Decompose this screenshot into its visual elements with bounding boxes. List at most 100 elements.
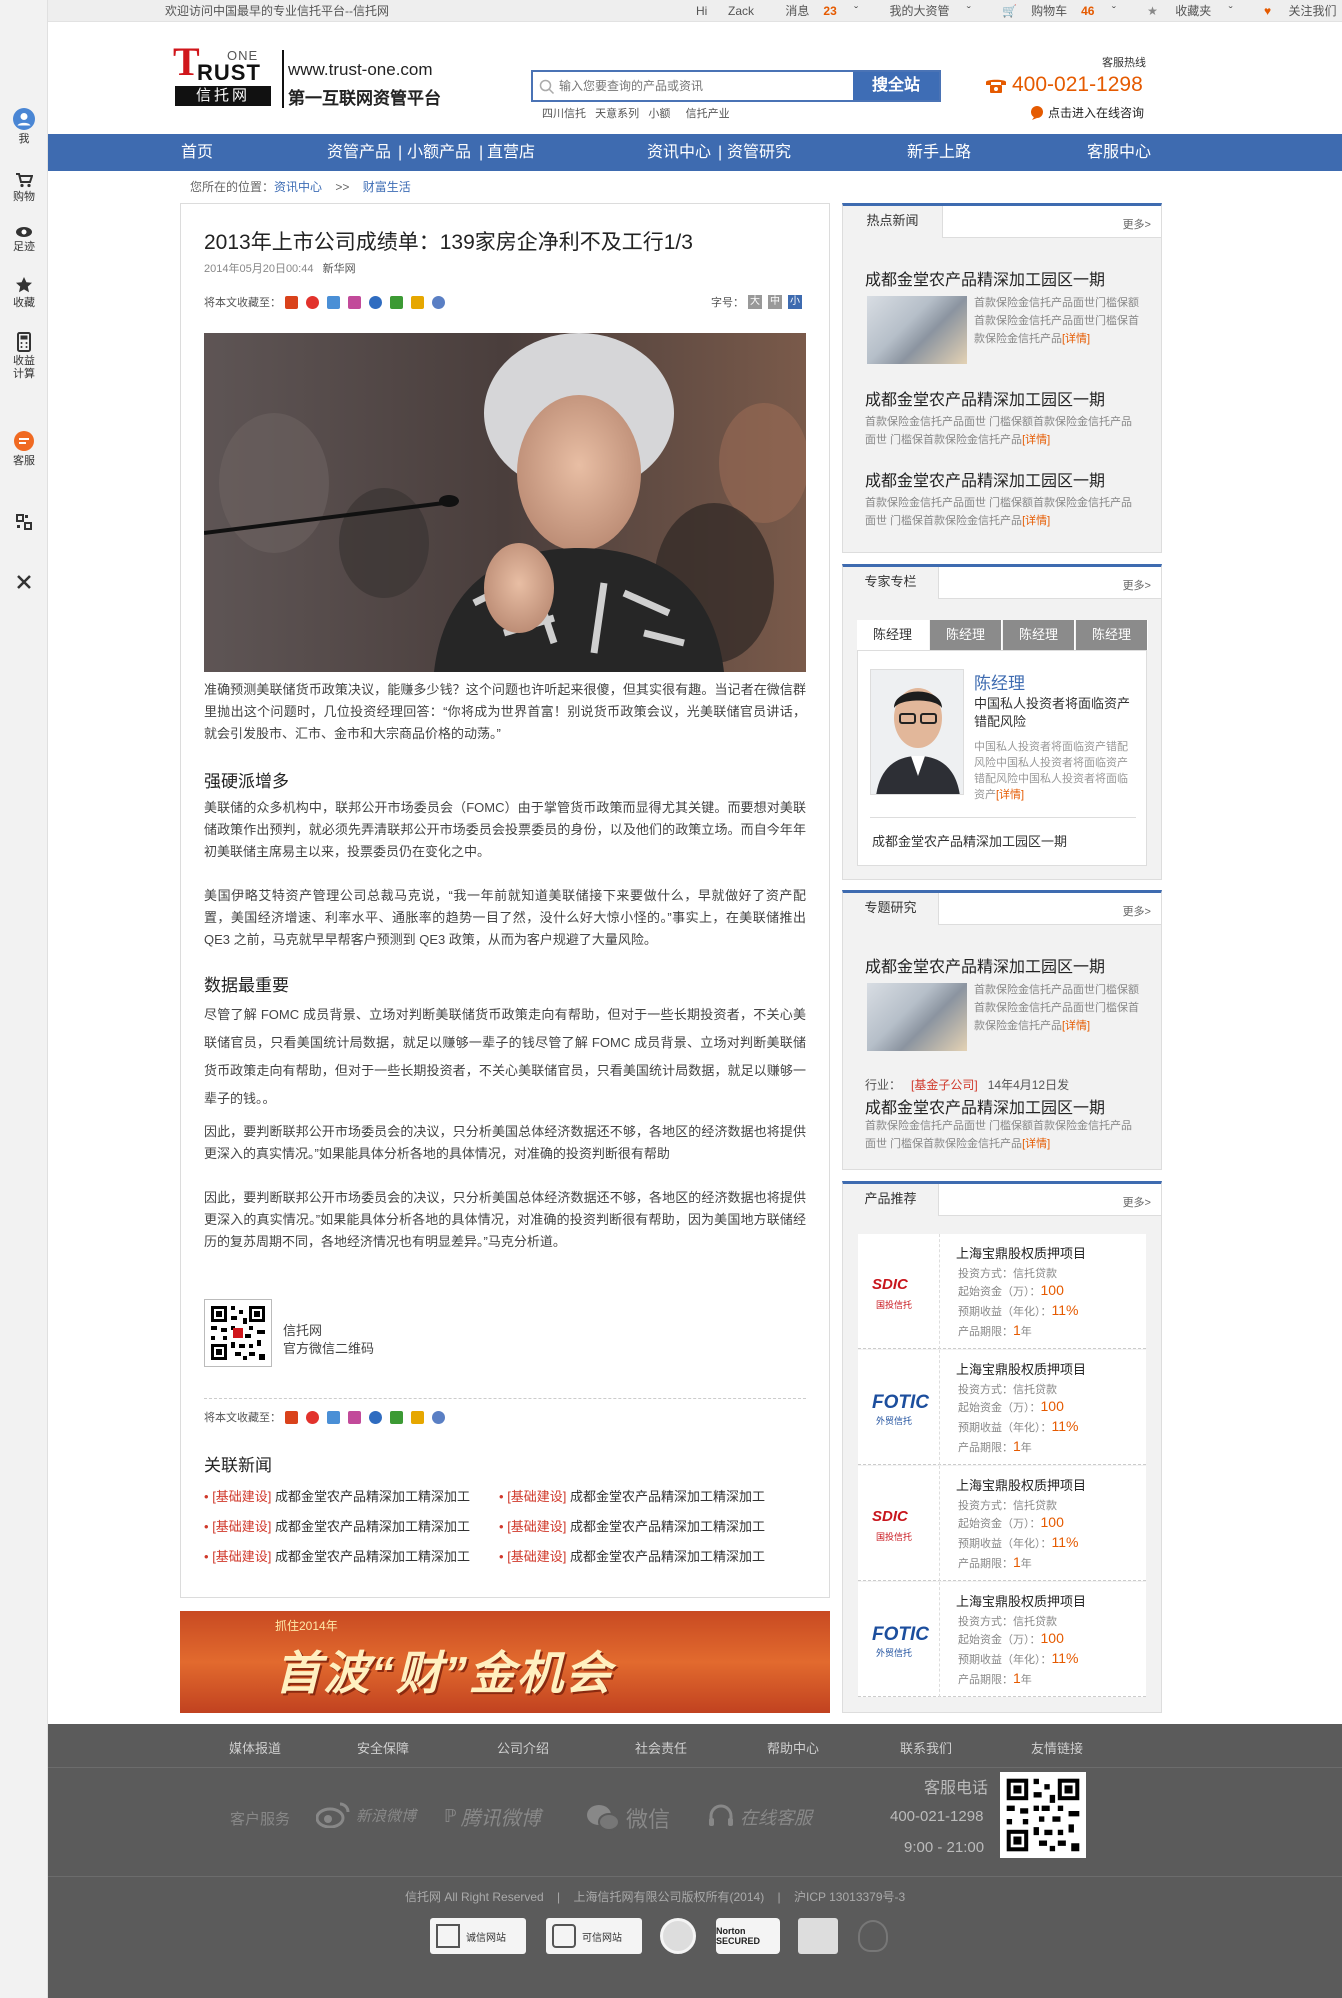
ad-banner[interactable]: 抓住2014年 首波“财”金机会 [180, 1611, 830, 1713]
product-name[interactable]: 上海宝鼎股权质押项目 [956, 1475, 1086, 1494]
breadcrumb-level1[interactable]: 资讯中心 [274, 180, 322, 194]
detail-link[interactable]: [详情] [1062, 333, 1090, 345]
product-card[interactable]: FOTIC 外贸信托 上海宝鼎股权质押项目 投资方式：信托贷款 起始资金（万）：100 预… [858, 1582, 1146, 1697]
detail-link[interactable]: [详情] [1022, 434, 1050, 446]
nav-research[interactable]: 资管研究 [727, 134, 791, 171]
news-title[interactable]: 成都金堂农产品精深加工园区一期 [865, 386, 1105, 410]
username[interactable]: Zack [728, 4, 754, 18]
related-news-item[interactable]: • [基础建设] 成都金堂农产品精深加工精深加工 [499, 1486, 765, 1505]
renren-icon[interactable] [369, 1410, 382, 1424]
product-name[interactable]: 上海宝鼎股权质押项目 [956, 1359, 1086, 1378]
font-small-button[interactable]: 小 [788, 295, 802, 309]
footer-link[interactable]: 安全保障 [357, 1738, 409, 1757]
product-card[interactable]: SDIC 国投信托 上海宝鼎股权质押项目 投资方式：信托贷款 起始资金（万）：100 预期… [858, 1234, 1146, 1349]
footer-link[interactable]: 联系我们 [900, 1738, 952, 1757]
news-thumbnail[interactable] [867, 296, 967, 364]
footer-link[interactable]: 友情链接 [1031, 1738, 1083, 1757]
favorites-link[interactable]: ★ 收藏夹 ˇ [1133, 4, 1232, 18]
trust-badge-police[interactable] [798, 1918, 838, 1954]
hot-word[interactable]: 天意系列 [595, 108, 639, 120]
tab-research[interactable]: 专题研究 [843, 893, 939, 925]
search-button[interactable]: 搜全站 [853, 72, 939, 100]
sidebar-qrcode[interactable] [0, 514, 48, 533]
nav-small[interactable]: 小额产品 [407, 134, 471, 171]
product-name[interactable]: 上海宝鼎股权质押项目 [956, 1591, 1086, 1610]
expert-headline[interactable]: 中国私人投资者将面临资产错配风险 [974, 695, 1134, 731]
nav-info[interactable]: 资讯中心 [647, 134, 711, 171]
sidebar-me[interactable]: 我 [0, 108, 48, 146]
font-medium-button[interactable]: 中 [768, 295, 782, 309]
online-service-link[interactable]: 在线客服 [708, 1804, 812, 1830]
share-icon[interactable] [348, 295, 361, 309]
messages-link[interactable]: 消息 23 ˇ [771, 4, 858, 18]
douban-icon[interactable] [390, 1410, 403, 1424]
share-icon[interactable] [348, 1410, 361, 1424]
product-card[interactable]: FOTIC 外贸信托 上海宝鼎股权质押项目 投资方式：信托贷款 起始资金（万）：100 预… [858, 1350, 1146, 1465]
sidebar-service[interactable]: 客服 [0, 430, 48, 468]
related-tag[interactable]: [基础建设] [507, 1489, 566, 1504]
related-tag[interactable]: [基础建设] [507, 1519, 566, 1534]
trust-badge-shield[interactable] [858, 1920, 888, 1952]
related-news-item[interactable]: • [基础建设] 成都金堂农产品精深加工精深加工 [204, 1546, 470, 1565]
weibo-icon[interactable] [306, 1410, 319, 1424]
more-link[interactable]: 更多> [1123, 1194, 1151, 1210]
product-card[interactable]: SDIC 国投信托 上海宝鼎股权质押项目 投资方式：信托贷款 起始资金（万）：100 预期… [858, 1466, 1146, 1581]
related-tag[interactable]: [基础建设] [212, 1549, 271, 1564]
follow-link[interactable]: ♥ 关注我们 [1250, 4, 1336, 18]
related-text[interactable]: 成都金堂农产品精深加工精深加工 [570, 1549, 765, 1564]
related-news-item[interactable]: • [基础建设] 成都金堂农产品精深加工精深加工 [204, 1486, 470, 1505]
hot-word[interactable]: 小额 [648, 108, 670, 120]
share-icon[interactable] [285, 295, 298, 309]
weibo-icon[interactable] [306, 295, 319, 309]
footer-link[interactable]: 帮助中心 [767, 1738, 819, 1757]
trust-badge-integrity[interactable]: 诚信网站 [430, 1918, 526, 1954]
nav-direct[interactable]: 直营店 [487, 134, 535, 171]
related-news-item[interactable]: • [基础建设] 成都金堂农产品精深加工精深加工 [499, 1546, 765, 1565]
more-link[interactable]: 更多> [1123, 216, 1151, 232]
weibo-link[interactable]: 新浪微博 [316, 1802, 416, 1828]
product-name[interactable]: 上海宝鼎股权质押项目 [956, 1243, 1086, 1262]
industry-tag[interactable]: [基金子公司] [911, 1078, 978, 1092]
nav-service[interactable]: 客服中心 [1087, 134, 1151, 171]
share-icon[interactable] [411, 1410, 424, 1424]
online-consult-link[interactable]: 点击进入在线咨询 [1030, 104, 1144, 121]
douban-icon[interactable] [390, 295, 403, 309]
more-link[interactable]: 更多> [1123, 577, 1151, 593]
share-icon[interactable] [411, 295, 424, 309]
footer-link[interactable]: 公司介绍 [497, 1738, 549, 1757]
expert-tab[interactable]: 陈经理 [1076, 620, 1148, 650]
tab-hot-news[interactable]: 热点新闻 [843, 206, 943, 238]
wechat-link[interactable]: 微信 [586, 1802, 670, 1834]
sidebar-close[interactable] [0, 574, 48, 593]
site-logo[interactable]: T ONE RUST 信托网 [173, 40, 273, 108]
research-thumbnail[interactable] [867, 983, 967, 1051]
sidebar-favorites[interactable]: 收藏 [0, 276, 48, 310]
news-title[interactable]: 成都金堂农产品精深加工园区一期 [865, 467, 1105, 491]
related-tag[interactable]: [基础建设] [212, 1489, 271, 1504]
related-text[interactable]: 成都金堂农产品精深加工精深加工 [275, 1549, 470, 1564]
related-text[interactable]: 成都金堂农产品精深加工精深加工 [570, 1519, 765, 1534]
hot-word[interactable]: 信托产业 [686, 108, 730, 120]
my-assets-link[interactable]: 我的大资管 ˇ [875, 4, 970, 18]
search-input[interactable] [559, 72, 849, 100]
tab-expert[interactable]: 专家专栏 [843, 567, 939, 599]
related-text[interactable]: 成都金堂农产品精深加工精深加工 [570, 1489, 765, 1504]
tencent-weibo-link[interactable]: ℙ 腾讯微博 [444, 1802, 541, 1831]
related-text[interactable]: 成都金堂农产品精深加工精深加工 [275, 1489, 470, 1504]
footer-link[interactable]: 社会责任 [635, 1738, 687, 1757]
nav-assets[interactable]: 资管产品 [327, 134, 391, 171]
related-tag[interactable]: [基础建设] [212, 1519, 271, 1534]
expert-link[interactable]: 成都金堂农产品精深加工园区一期 [872, 831, 1067, 850]
footer-link[interactable]: 媒体报道 [229, 1738, 281, 1757]
research-title[interactable]: 成都金堂农产品精深加工园区一期 [865, 1094, 1105, 1118]
nav-newbie[interactable]: 新手上路 [907, 134, 971, 171]
tab-products[interactable]: 产品推荐 [843, 1184, 939, 1216]
trust-badge-credible[interactable]: 可信网站 [546, 1918, 642, 1954]
related-text[interactable]: 成都金堂农产品精深加工精深加工 [275, 1519, 470, 1534]
sidebar-calculator[interactable]: 收益 计算 [0, 332, 48, 381]
expert-tab[interactable]: 陈经理 [857, 620, 929, 650]
cart-link[interactable]: 🛒 购物车 46 ˇ [988, 4, 1116, 18]
expert-tab[interactable]: 陈经理 [1003, 620, 1075, 650]
related-tag[interactable]: [基础建设] [507, 1549, 566, 1564]
related-news-item[interactable]: • [基础建设] 成都金堂农产品精深加工精深加工 [499, 1516, 765, 1535]
